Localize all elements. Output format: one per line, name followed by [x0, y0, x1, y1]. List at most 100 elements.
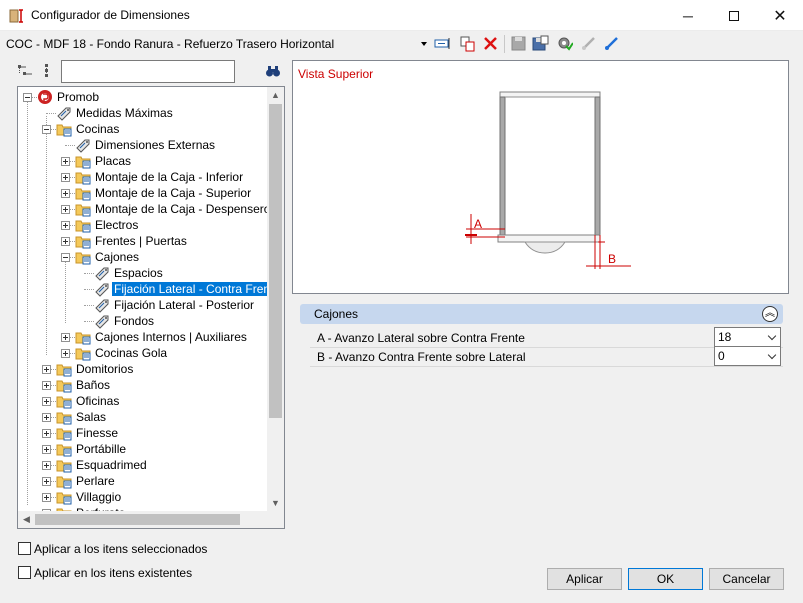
scroll-down-icon[interactable]: ▼ [267, 495, 284, 512]
tree-node[interactable]: Montaje de la Caja - Inferior [18, 169, 268, 185]
close-window-button[interactable]: ✕ [757, 0, 803, 31]
expand-icon[interactable] [42, 429, 51, 438]
expand-icon[interactable] [42, 461, 51, 470]
expand-icon[interactable] [42, 381, 51, 390]
folder-icon [75, 345, 91, 361]
collapse-icon[interactable] [23, 93, 32, 102]
tree-vertical-scroll-thumb[interactable] [269, 104, 282, 418]
scroll-up-icon[interactable]: ▲ [267, 87, 284, 104]
expand-icon[interactable] [42, 493, 51, 502]
dimension-config-icon [9, 9, 23, 23]
tree-node[interactable]: Medidas Máximas [18, 105, 268, 121]
tree-node-label: Montaje de la Caja - Inferior [95, 170, 244, 184]
tree-node[interactable]: Perlare [18, 473, 268, 489]
expand-icon[interactable] [42, 397, 51, 406]
connect-icon[interactable] [603, 35, 620, 52]
tree-node[interactable]: Cocinas Gola [18, 345, 268, 361]
expand-icon[interactable] [61, 205, 70, 214]
tree-node[interactable]: Salas [18, 409, 268, 425]
property-value-a-select[interactable]: 18 [714, 327, 781, 347]
tree-node[interactable]: Finesse [18, 425, 268, 441]
expand-icon[interactable] [42, 477, 51, 486]
ok-button[interactable]: OK [628, 568, 703, 590]
tree-node[interactable]: Portábille [18, 441, 268, 457]
tree-node[interactable]: Electros [18, 217, 268, 233]
dimension-a-label: A [474, 217, 483, 231]
tree-node[interactable]: Cajones Internos | Auxiliares [18, 329, 268, 345]
tree-node[interactable]: Frentes | Puertas [18, 233, 268, 249]
tree-node[interactable]: Fijación Lateral - Posterior [18, 297, 268, 313]
tree-node[interactable]: Fijación Lateral - Contra Frente [18, 281, 283, 297]
toolbar: COC - MDF 18 - Fondo Ranura - Refuerzo T… [0, 31, 803, 57]
tree-node[interactable]: Baños [18, 377, 268, 393]
expand-all-icon[interactable] [40, 63, 56, 79]
collapse-group-button[interactable]: ︽ [762, 306, 778, 322]
expand-icon[interactable] [61, 349, 70, 358]
expand-icon[interactable] [61, 157, 70, 166]
minimize-button[interactable]: ─ [665, 0, 711, 31]
tree-node[interactable]: Montaje de la Caja - Superior [18, 185, 268, 201]
expand-icon[interactable] [61, 237, 70, 246]
dimension-tree[interactable]: Promob Medidas Máximas Cocinas Dimensiones … [17, 86, 285, 529]
scroll-left-icon[interactable]: ◀ [18, 511, 35, 528]
collapse-icon[interactable] [61, 253, 70, 262]
cancel-button[interactable]: Cancelar [709, 568, 784, 590]
save-icon[interactable] [510, 35, 527, 52]
property-value-b-select[interactable]: 0 [714, 346, 781, 366]
search-input[interactable] [61, 60, 235, 83]
tree-node[interactable]: Cocinas [18, 121, 268, 137]
tree-node[interactable]: Montaje de la Caja - Despensero | T [18, 201, 284, 217]
maximize-button[interactable] [711, 0, 757, 31]
expand-icon[interactable] [61, 173, 70, 182]
folder-icon [56, 393, 72, 409]
copy-icon[interactable] [459, 35, 476, 52]
tree-node[interactable]: Esquadrimed [18, 457, 268, 473]
tree-node[interactable]: Villaggio [18, 489, 268, 505]
folder-icon [56, 409, 72, 425]
expand-icon[interactable] [42, 413, 51, 422]
apply-selected-label: Aplicar a los itens seleccionados [34, 542, 208, 556]
tree-guide-line [84, 289, 94, 290]
settings-icon[interactable] [556, 35, 573, 52]
tree-node-label: Oficinas [76, 394, 120, 408]
apply-selected-checkbox[interactable] [18, 542, 31, 555]
expand-icon[interactable] [42, 445, 51, 454]
folder-icon [56, 425, 72, 441]
folder-icon [56, 361, 72, 377]
folder-icon [56, 121, 72, 137]
tree-vertical-scrollbar[interactable]: ▲ ▼ [267, 87, 284, 512]
save-as-icon[interactable] [532, 35, 549, 52]
delete-icon[interactable] [482, 35, 499, 52]
configuration-dropdown-icon[interactable] [421, 42, 427, 46]
collapse-all-icon[interactable] [17, 63, 33, 79]
tree-node[interactable]: Placas [18, 153, 268, 169]
rename-icon[interactable] [434, 35, 451, 52]
disconnect-icon[interactable] [580, 35, 597, 52]
tree-horizontal-scroll-thumb[interactable] [35, 514, 240, 525]
expand-icon[interactable] [61, 333, 70, 342]
tree-node-label: Salas [76, 410, 107, 424]
tree-node[interactable]: Espacios [18, 265, 268, 281]
expand-icon[interactable] [42, 365, 51, 374]
tree-node[interactable]: Dimensiones Externas [18, 137, 268, 153]
property-group-header[interactable]: Cajones ︽ [300, 304, 783, 324]
apply-existing-checkbox[interactable] [18, 566, 31, 579]
tree-node[interactable]: Oficinas [18, 393, 268, 409]
expand-icon[interactable] [61, 221, 70, 230]
expand-icon[interactable] [61, 189, 70, 198]
tree-node-label: Espacios [114, 266, 163, 280]
tree-node[interactable]: Fondos [18, 313, 268, 329]
tree-horizontal-scrollbar[interactable]: ◀ ▶ [18, 511, 284, 528]
tree-node-label: Fijación Lateral - Contra Frente [112, 282, 283, 296]
apply-button[interactable]: Aplicar [547, 568, 622, 590]
tree-node-label: Cocinas [76, 122, 120, 136]
folder-icon [75, 185, 91, 201]
tree-node-label: Baños [76, 378, 111, 392]
collapse-icon[interactable] [42, 125, 51, 134]
binoculars-icon[interactable] [265, 63, 281, 79]
tree-node[interactable]: Cajones [18, 249, 268, 265]
folder-icon [75, 329, 91, 345]
tree-node[interactable]: Domitorios [18, 361, 268, 377]
measure-tag-icon [94, 281, 110, 297]
tree-node[interactable]: Promob [18, 89, 268, 105]
